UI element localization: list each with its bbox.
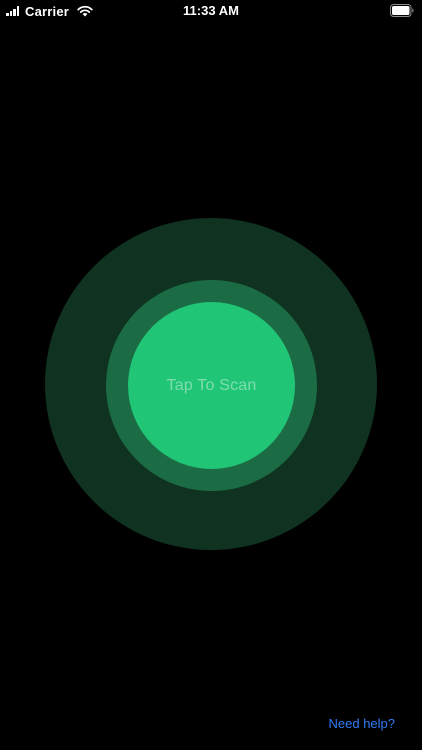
status-time: 11:33 AM — [183, 3, 239, 18]
status-bar: Carrier 11:33 AM — [0, 0, 422, 22]
need-help-link[interactable]: Need help? — [329, 716, 396, 731]
tap-to-scan-button[interactable]: Tap To Scan — [128, 302, 295, 469]
battery-icon — [390, 4, 414, 17]
scan-button-label: Tap To Scan — [166, 376, 257, 394]
